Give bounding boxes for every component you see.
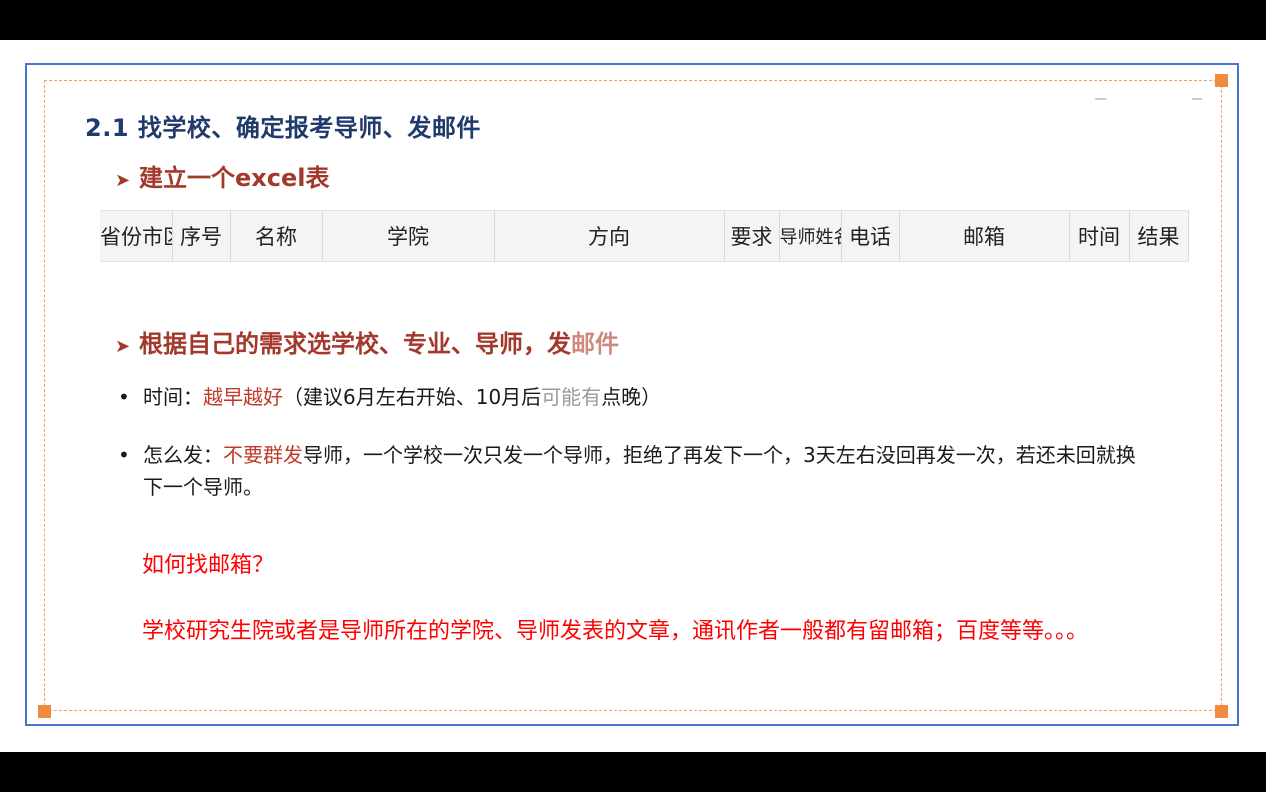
bullet-how-to-send: • 怎么发：不要群发导师，一个学校一次只发一个导师，拒绝了再发下一个，3天左右没回… [118, 439, 1143, 503]
bullet-text-faded: 可能有 [541, 385, 602, 409]
subheading-choose: ➤ 根据自己的需求选学校、专业、导师，发邮件 [115, 324, 619, 359]
arrow-bullet-icon: ➤ [115, 336, 131, 357]
bullet-timing: • 时间：越早越好（建议6月左右开始、10月后可能有点晚） [118, 381, 1143, 413]
bullet-emphasis: 越早越好 [203, 385, 283, 409]
table-header-cell: 导师姓名 [779, 210, 842, 262]
subheading-excel-text: 建立一个excel表 [139, 164, 330, 192]
note-question: 如何找邮箱？ [142, 553, 275, 578]
table-header-cell: 序号 [172, 210, 231, 262]
artifact-mark [1192, 98, 1202, 100]
bullet-label: 怎么发： [143, 443, 223, 467]
subheading-choose-text: 根据自己的需求选学校、专业、导师，发 [139, 330, 571, 358]
table-header-cell: 名称 [230, 210, 323, 262]
bullet-dot-icon: • [118, 385, 130, 409]
bullet-text: 点晚） [601, 385, 662, 409]
artifact-mark [1095, 98, 1107, 100]
resize-handle-top-right[interactable] [1215, 74, 1228, 87]
table-header-cell: 要求 [724, 210, 780, 262]
bottom-letterbox-bar [0, 752, 1266, 792]
table-header-cell: 方向 [494, 210, 725, 262]
bullet-text: （建议6月左右开始、10月后 [283, 385, 542, 409]
resize-handle-bottom-right[interactable] [1215, 705, 1228, 718]
note-answer: 学校研究生院或者是导师所在的学院、导师发表的文章，通讯作者一般都有留邮箱；百度等… [142, 619, 1089, 644]
arrow-bullet-icon: ➤ [115, 170, 131, 191]
top-letterbox-bar [0, 0, 1266, 40]
table-header-cell: 时间 [1069, 210, 1130, 262]
resize-handle-bottom-left[interactable] [38, 705, 51, 718]
slide-title: 2.1 找学校、确定报考导师、发邮件 [85, 114, 481, 142]
slide-canvas: 2.1 找学校、确定报考导师、发邮件 ➤ 建立一个excel表 省份市区 序号 名… [0, 40, 1266, 752]
table-header-cell: 结果 [1129, 210, 1189, 262]
excel-header-table: 省份市区 序号 名称 学院 方向 要求 导师姓名 电话 邮箱 时间 结果 [100, 210, 1189, 262]
table-header-cell: 邮箱 [899, 210, 1070, 262]
table-header-cell: 省份市区 [100, 210, 173, 262]
bullet-emphasis: 不要群发 [223, 443, 303, 467]
table-header-cell: 电话 [841, 210, 900, 262]
bullet-dot-icon: • [118, 443, 130, 467]
bullet-label: 时间： [143, 385, 203, 409]
table-header-cell: 学院 [322, 210, 495, 262]
subheading-choose-faded: 邮件 [571, 330, 619, 358]
subheading-excel: ➤ 建立一个excel表 [115, 158, 330, 193]
